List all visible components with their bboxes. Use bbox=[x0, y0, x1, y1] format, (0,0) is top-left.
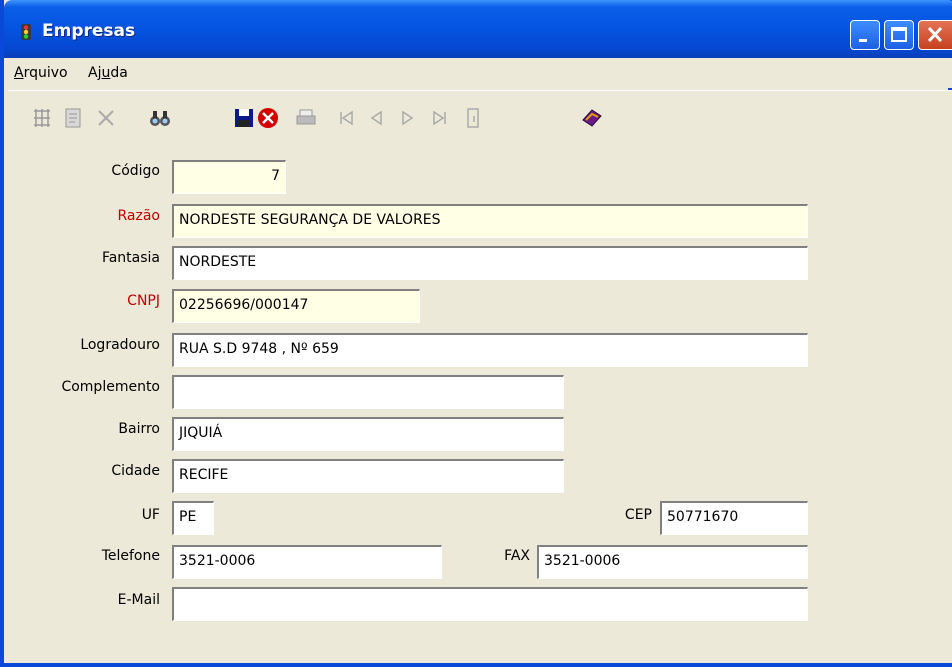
field-fax[interactable]: 3521-0006 bbox=[537, 545, 808, 579]
field-fantasia[interactable]: NORDESTE bbox=[172, 246, 808, 280]
exit-icon[interactable] bbox=[462, 106, 486, 130]
title-bar[interactable]: Empresas bbox=[4, 0, 952, 58]
close-button[interactable] bbox=[918, 20, 952, 50]
label-cep: CEP bbox=[624, 507, 652, 523]
field-codigo[interactable]: 7 bbox=[172, 160, 286, 194]
window-title: Empresas bbox=[42, 21, 136, 41]
menu-arquivo[interactable]: Arquivo bbox=[14, 65, 68, 81]
new-record-icon[interactable] bbox=[30, 106, 54, 130]
label-cidade: Cidade bbox=[111, 463, 160, 479]
field-cnpj[interactable]: 02256696/000147 bbox=[172, 289, 420, 323]
delete-icon[interactable] bbox=[94, 106, 118, 130]
minimize-button[interactable] bbox=[850, 20, 880, 50]
label-cnpj: CNPJ bbox=[127, 293, 160, 309]
save-icon[interactable] bbox=[232, 106, 256, 130]
field-complemento[interactable] bbox=[172, 375, 564, 409]
minimize-icon bbox=[859, 39, 867, 42]
menu-bar: Arquivo Ajuda bbox=[8, 58, 952, 88]
cancel-icon[interactable] bbox=[256, 106, 280, 130]
field-bairro[interactable]: JIQUIÁ bbox=[172, 417, 564, 451]
field-email[interactable] bbox=[172, 587, 808, 621]
field-logradouro[interactable]: RUA S.D 9748 , Nº 659 bbox=[172, 333, 808, 367]
previous-record-icon[interactable] bbox=[364, 106, 388, 130]
close-icon bbox=[927, 26, 943, 43]
field-cep[interactable]: 50771670 bbox=[660, 501, 808, 535]
edit-icon[interactable] bbox=[62, 106, 86, 130]
last-record-icon[interactable] bbox=[428, 106, 452, 130]
label-bairro: Bairro bbox=[118, 421, 160, 437]
field-telefone[interactable]: 3521-0006 bbox=[172, 545, 442, 579]
label-email: E-Mail bbox=[117, 592, 160, 608]
traffic-light-icon bbox=[21, 24, 31, 40]
search-binoculars-icon[interactable] bbox=[148, 106, 172, 130]
field-uf[interactable]: PE bbox=[172, 501, 214, 535]
maximize-icon bbox=[891, 27, 907, 42]
maximize-button[interactable] bbox=[884, 20, 914, 50]
next-record-icon[interactable] bbox=[396, 106, 420, 130]
label-uf: UF bbox=[141, 507, 160, 523]
field-razao[interactable]: NORDESTE SEGURANÇA DE VALORES bbox=[172, 204, 808, 238]
label-fax: FAX bbox=[504, 548, 530, 564]
label-fantasia: Fantasia bbox=[101, 250, 160, 266]
label-telefone: Telefone bbox=[101, 548, 160, 564]
field-cidade[interactable]: RECIFE bbox=[172, 459, 564, 493]
label-razao: Razão bbox=[117, 208, 161, 224]
label-codigo: Código bbox=[111, 163, 160, 179]
print-icon[interactable] bbox=[294, 106, 318, 130]
help-book-icon[interactable] bbox=[580, 106, 604, 130]
menu-ajuda[interactable]: Ajuda bbox=[88, 65, 128, 81]
first-record-icon[interactable] bbox=[334, 106, 358, 130]
label-complemento: Complemento bbox=[61, 379, 160, 395]
label-logradouro: Logradouro bbox=[80, 337, 160, 353]
